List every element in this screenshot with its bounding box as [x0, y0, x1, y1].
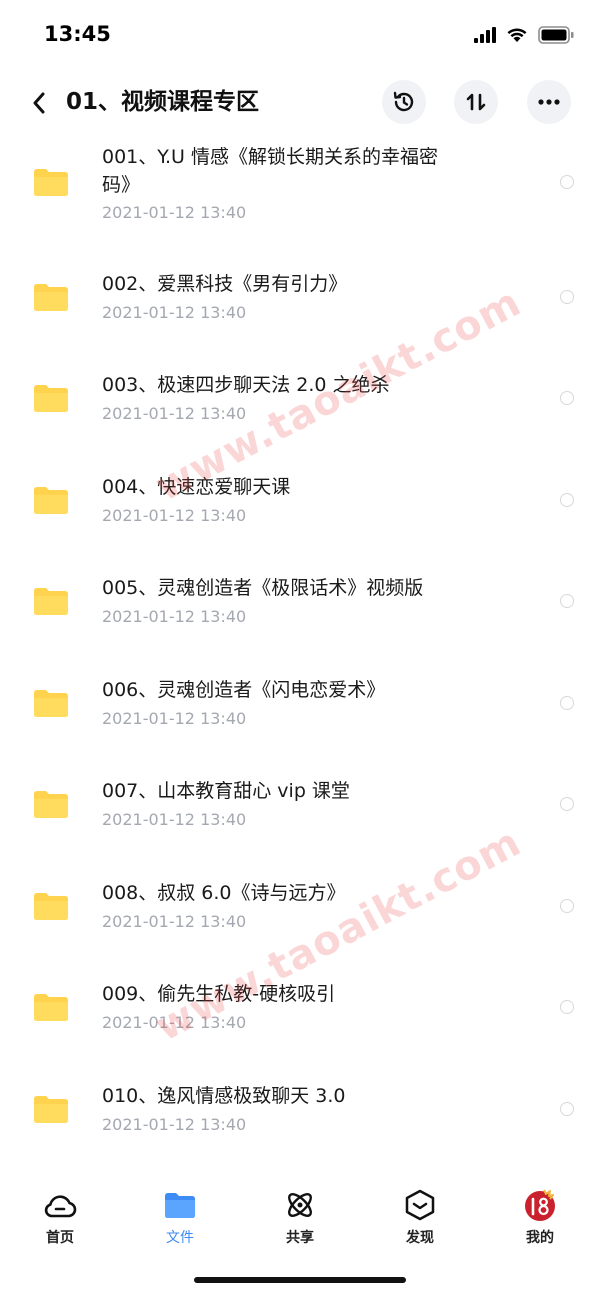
- folder-icon: [34, 284, 68, 311]
- list-item[interactable]: 001、Y.U 情感《解锁长期关系的幸福密码》 2021-01-12 13:40: [0, 134, 600, 234]
- avatar-icon: [522, 1187, 558, 1223]
- item-date: 2021-01-12 13:40: [102, 810, 247, 829]
- item-date: 2021-01-12 13:40: [102, 203, 247, 222]
- folder-icon: [34, 385, 68, 412]
- tab-label: 发现: [406, 1230, 434, 1246]
- list-item[interactable]: 004、快速恋爱聊天课 2021-01-12 13:40: [0, 437, 600, 539]
- tab-files[interactable]: 文件: [140, 1175, 220, 1246]
- list-item[interactable]: 008、叔叔 6.0《诗与远方》 2021-01-12 13:40: [0, 843, 600, 945]
- tab-home[interactable]: 首页: [20, 1175, 100, 1246]
- status-bar: 13:45: [0, 0, 600, 70]
- history-icon: [393, 91, 414, 112]
- select-radio[interactable]: [560, 797, 574, 811]
- folder-icon: [34, 588, 68, 615]
- tab-label: 共享: [286, 1230, 314, 1246]
- select-radio[interactable]: [560, 696, 574, 710]
- cloud-icon: [42, 1187, 78, 1223]
- item-name: 004、快速恋爱聊天课: [102, 476, 291, 498]
- select-radio[interactable]: [560, 175, 574, 189]
- item-name: 002、爱黑科技《男有引力》: [102, 273, 348, 295]
- item-name: 006、灵魂创造者《闪电恋爱术》: [102, 679, 386, 701]
- item-name: 010、逸风情感极致聊天 3.0: [102, 1085, 346, 1107]
- more-button[interactable]: [527, 80, 571, 124]
- item-date: 2021-01-12 13:40: [102, 1115, 247, 1134]
- select-radio[interactable]: [560, 1000, 574, 1014]
- tab-label: 文件: [166, 1230, 194, 1246]
- list-item[interactable]: 005、灵魂创造者《极限话术》视频版 2021-01-12 13:40: [0, 539, 600, 640]
- tab-label: 首页: [46, 1230, 74, 1246]
- tab-me[interactable]: 我的: [500, 1175, 580, 1246]
- select-radio[interactable]: [560, 391, 574, 405]
- folder-icon: [34, 690, 68, 717]
- back-button[interactable]: [22, 86, 56, 120]
- atom-icon: [282, 1187, 318, 1223]
- bottom-tab-bar: 首页 文件 共享 发现 我的: [0, 1175, 600, 1255]
- battery-icon: [538, 26, 574, 48]
- sort-icon: [466, 93, 486, 111]
- chevron-left-icon: [33, 92, 45, 114]
- item-name: 005、灵魂创造者《极限话术》视频版: [102, 577, 424, 599]
- home-indicator: [194, 1277, 406, 1283]
- item-date: 2021-01-12 13:40: [102, 607, 247, 626]
- tab-discover[interactable]: 发现: [380, 1175, 460, 1246]
- folder-icon: [34, 893, 68, 920]
- folder-icon: [34, 1096, 68, 1123]
- folder-icon: [34, 487, 68, 514]
- item-date: 2021-01-12 13:40: [102, 1013, 247, 1032]
- list-item[interactable]: 003、极速四步聊天法 2.0 之绝杀 2021-01-12 13:40: [0, 336, 600, 437]
- item-name: 003、极速四步聊天法 2.0 之绝杀: [102, 374, 390, 396]
- folder-icon: [34, 791, 68, 818]
- more-icon: [538, 99, 560, 105]
- item-date: 2021-01-12 13:40: [102, 404, 247, 423]
- select-radio[interactable]: [560, 493, 574, 507]
- select-radio[interactable]: [560, 1102, 574, 1116]
- cellular-signal-icon: [474, 27, 496, 47]
- item-name: 007、山本教育甜心 vip 课堂: [102, 780, 350, 802]
- item-date: 2021-01-12 13:40: [102, 912, 247, 931]
- list-item[interactable]: 006、灵魂创造者《闪电恋爱术》 2021-01-12 13:40: [0, 640, 600, 742]
- item-date: 2021-01-12 13:40: [102, 506, 247, 525]
- nav-header: 01、视频课程专区: [0, 72, 600, 134]
- sort-button[interactable]: [454, 80, 498, 124]
- folder-icon: [34, 994, 68, 1021]
- list-item[interactable]: 007、山本教育甜心 vip 课堂 2021-01-12 13:40: [0, 742, 600, 843]
- item-name: 001、Y.U 情感《解锁长期关系的幸福密码》: [102, 146, 439, 196]
- wifi-icon: [506, 27, 528, 47]
- item-date: 2021-01-12 13:40: [102, 709, 247, 728]
- status-time: 13:45: [44, 22, 111, 46]
- history-button[interactable]: [382, 80, 426, 124]
- list-item[interactable]: 010、逸风情感极致聊天 3.0 2021-01-12 13:40: [0, 1046, 600, 1148]
- select-radio[interactable]: [560, 899, 574, 913]
- select-radio[interactable]: [560, 290, 574, 304]
- tab-share[interactable]: 共享: [260, 1175, 340, 1246]
- item-name: 009、偷先生私教-硬核吸引: [102, 983, 336, 1005]
- item-name: 008、叔叔 6.0《诗与远方》: [102, 882, 346, 904]
- page-title: 01、视频课程专区: [66, 89, 260, 115]
- list-item[interactable]: 009、偷先生私教-硬核吸引 2021-01-12 13:40: [0, 945, 600, 1046]
- tab-label: 我的: [526, 1230, 554, 1246]
- cube-icon: [402, 1187, 438, 1223]
- select-radio[interactable]: [560, 594, 574, 608]
- folder-icon: [162, 1187, 198, 1223]
- list-item[interactable]: 002、爱黑科技《男有引力》 2021-01-12 13:40: [0, 234, 600, 336]
- item-date: 2021-01-12 13:40: [102, 303, 247, 322]
- folder-icon: [34, 169, 68, 196]
